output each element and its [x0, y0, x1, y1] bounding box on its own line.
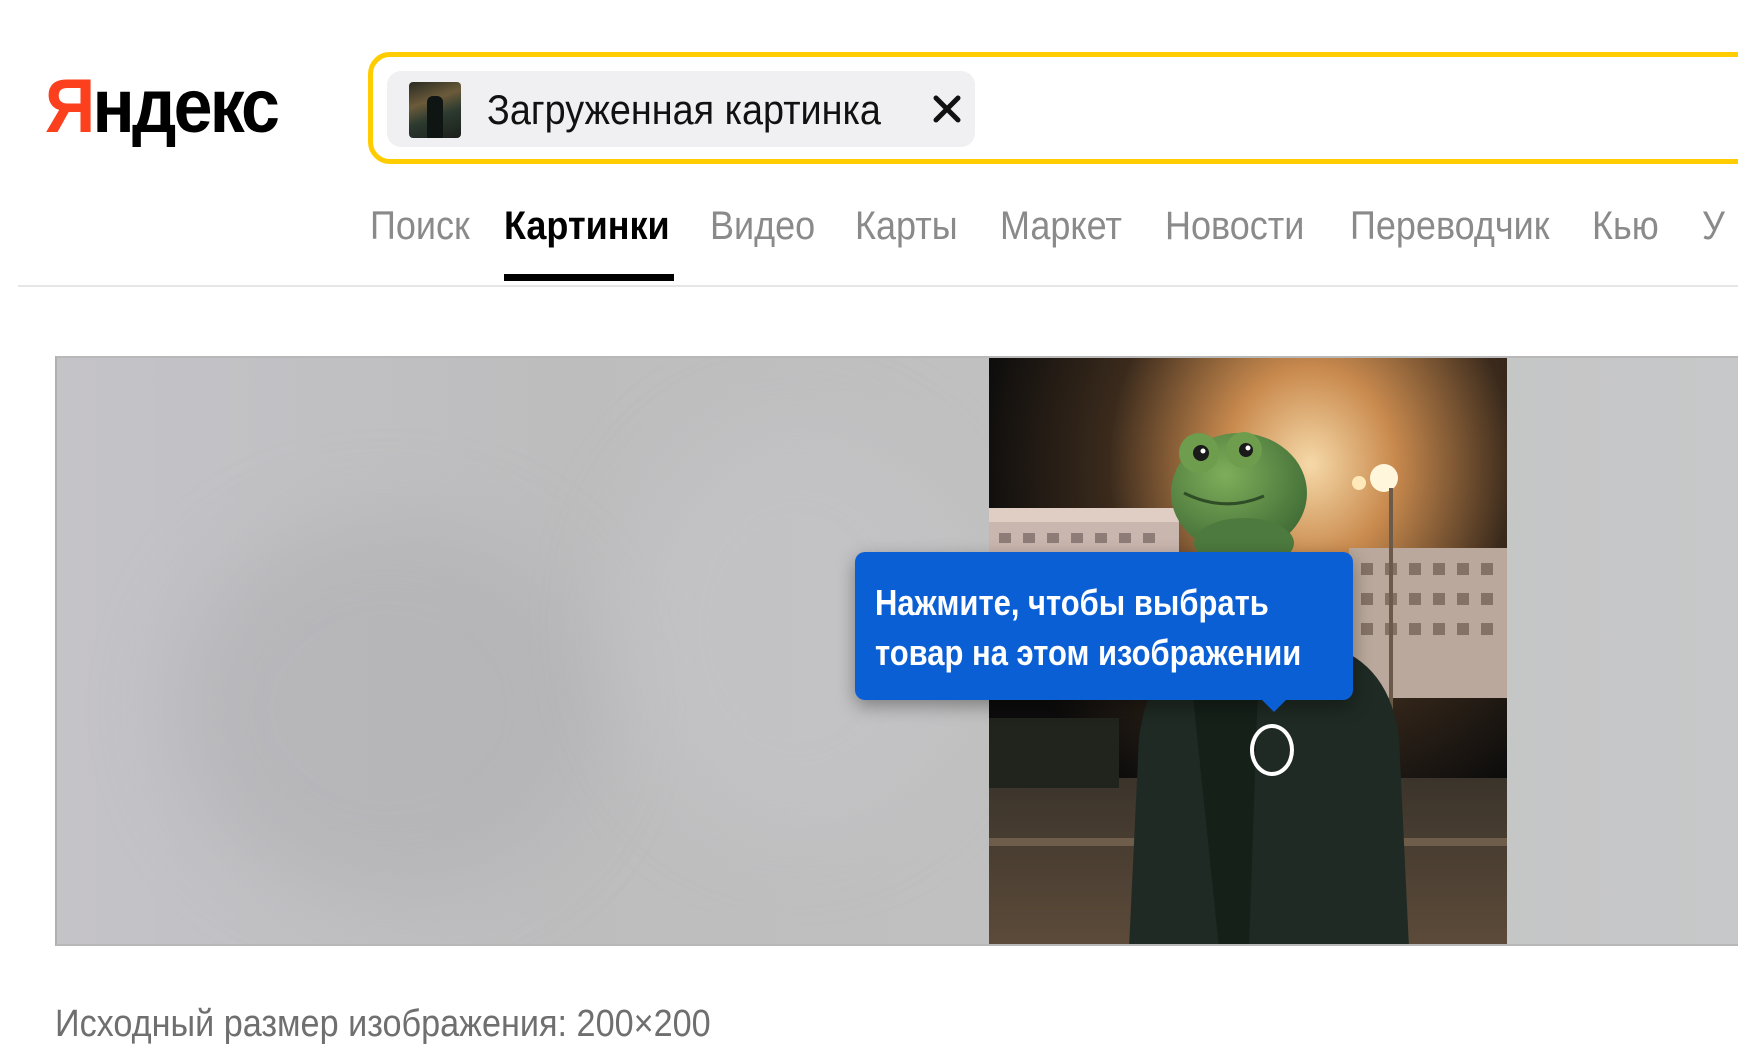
tooltip-arrow — [1260, 698, 1288, 712]
tab-search[interactable]: Поиск — [370, 202, 470, 250]
uploaded-image-chip[interactable]: Загруженная картинка — [387, 71, 975, 147]
close-icon[interactable] — [927, 89, 967, 129]
blurred-background-shape — [177, 518, 597, 898]
tooltip-text: Нажмите, чтобы выбрать товар на этом изо… — [875, 578, 1301, 678]
product-hotspot[interactable] — [1250, 724, 1294, 776]
tab-more[interactable]: У — [1702, 202, 1725, 250]
yandex-logo[interactable]: Яндекс — [45, 62, 280, 152]
thumbnail-figure — [427, 96, 443, 138]
active-tab-indicator — [504, 274, 674, 281]
uploaded-image-label: Загруженная картинка — [487, 86, 881, 133]
uploaded-image-thumbnail — [409, 82, 461, 138]
page: Яндекс Загруженная картинка Поиск Картин… — [0, 0, 1738, 1052]
tab-maps[interactable]: Карты — [855, 202, 958, 250]
original-size-info: Исходный размер изображения: 200×200 — [55, 1003, 711, 1045]
tab-images[interactable]: Картинки — [504, 202, 670, 250]
tab-translator[interactable]: Переводчик — [1350, 202, 1550, 250]
logo-rest: ндекс — [92, 64, 279, 149]
search-box[interactable]: Загруженная картинка — [368, 52, 1738, 164]
tooltip-line-2: товар на этом изображении — [875, 632, 1302, 673]
close-icon-svg — [933, 95, 961, 123]
tab-news[interactable]: Новости — [1165, 202, 1304, 250]
product-select-tooltip: Нажмите, чтобы выбрать товар на этом изо… — [855, 552, 1353, 712]
tab-q[interactable]: Кью — [1592, 202, 1659, 250]
tooltip-line-1: Нажмите, чтобы выбрать — [875, 582, 1269, 623]
nav-divider — [18, 285, 1738, 287]
service-nav: Поиск Картинки Видео Карты Маркет Новост… — [370, 196, 1738, 286]
tab-market[interactable]: Маркет — [1000, 202, 1122, 250]
tab-video[interactable]: Видео — [710, 202, 815, 250]
logo-first-letter: Я — [45, 64, 95, 149]
